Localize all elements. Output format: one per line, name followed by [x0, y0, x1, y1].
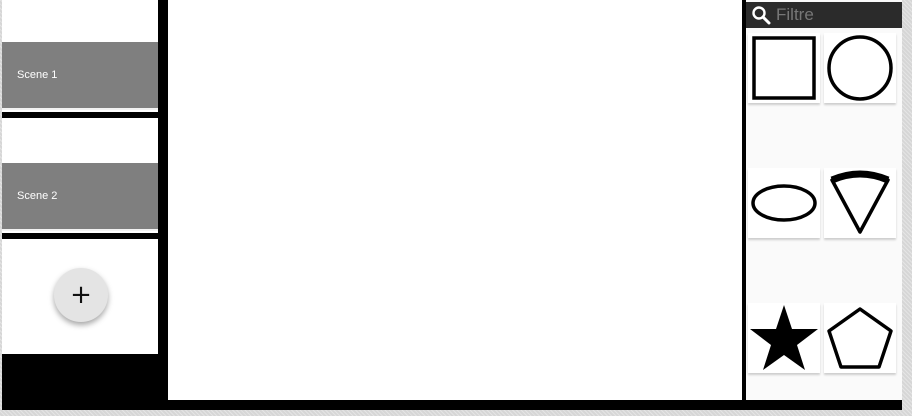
wedge-icon [830, 170, 890, 234]
search-icon [746, 2, 776, 28]
plus-icon: + [70, 280, 92, 310]
window-bottom-border [2, 400, 902, 410]
scene-item-1[interactable]: Scene 1 [2, 42, 158, 110]
scene-gap [2, 118, 158, 163]
shapes-panel [746, 0, 902, 400]
scene-item-label: Scene 1 [17, 69, 58, 81]
square-icon [752, 36, 816, 100]
shape-pie-wedge[interactable] [824, 168, 896, 238]
shape-search-bar [746, 2, 902, 28]
shape-pentagon[interactable] [824, 303, 896, 373]
add-scene-button[interactable]: + [54, 268, 108, 322]
pentagon-icon [827, 307, 893, 369]
sidebar-footer [2, 354, 158, 400]
shape-circle[interactable] [824, 33, 896, 103]
app-window: Scene 1 Scene 2 + [0, 0, 912, 416]
scene-item-2[interactable]: Scene 2 [2, 163, 158, 231]
sidebar-splitter[interactable] [158, 0, 168, 400]
circle-icon [827, 35, 893, 101]
ellipse-icon [751, 184, 817, 222]
shape-star[interactable] [748, 303, 820, 373]
scene-list-top [2, 0, 158, 42]
shape-filter-input[interactable] [776, 5, 886, 25]
drawing-canvas[interactable] [168, 0, 742, 400]
scenes-panel: Scene 1 Scene 2 + [2, 0, 158, 354]
shape-ellipse[interactable] [748, 168, 820, 238]
shape-square[interactable] [748, 33, 820, 103]
star-icon [750, 305, 818, 370]
scene-item-label: Scene 2 [17, 190, 58, 202]
